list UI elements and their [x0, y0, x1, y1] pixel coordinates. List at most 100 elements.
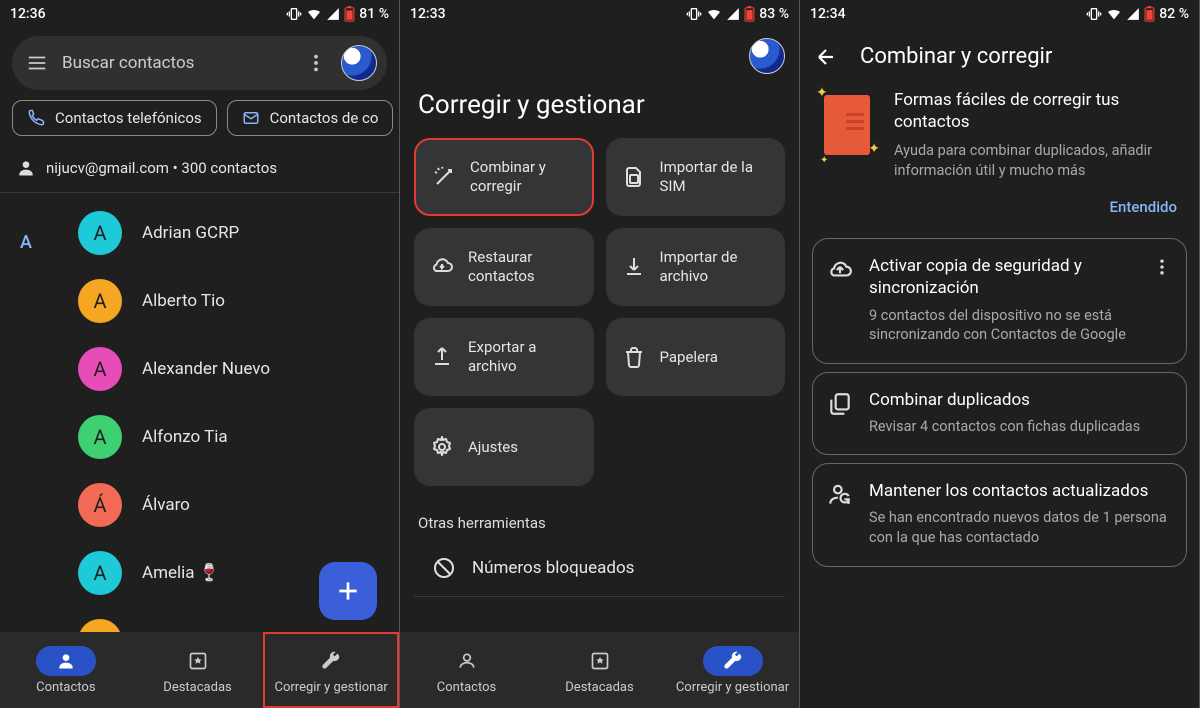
gear-icon — [430, 435, 454, 459]
nav-fix-manage[interactable]: Corregir y gestionar — [666, 632, 799, 708]
search-bar[interactable]: Buscar contactos — [12, 36, 387, 90]
nav-fix-manage[interactable]: Corregir y gestionar — [263, 632, 399, 708]
promo-title: Formas fáciles de corregir tus contactos — [894, 89, 1181, 133]
screen-fix-manage: 12:33 83 % Corregir y gestionar Combinar… — [400, 0, 800, 708]
account-text: nijucv@gmail.com • 300 contactos — [46, 159, 277, 177]
star-box-icon — [188, 651, 208, 671]
page-title: Corregir y gestionar — [400, 80, 799, 138]
wrench-icon — [320, 650, 342, 672]
tile-label: Importar de archivo — [660, 248, 770, 286]
tile-import-file[interactable]: Importar de archivo — [606, 228, 786, 306]
list-item[interactable]: ÁÁlvaro — [0, 471, 399, 539]
wifi-icon — [1106, 6, 1122, 22]
nav-label: Contactos — [437, 680, 496, 695]
tile-trash[interactable]: Papelera — [606, 318, 786, 396]
account-summary[interactable]: nijucv@gmail.com • 300 contactos — [0, 148, 399, 193]
tile-label: Importar de la SIM — [660, 158, 770, 196]
contact-name: Adrian GCRP — [142, 223, 239, 243]
add-contact-fab[interactable] — [319, 562, 377, 620]
battery-pct: 82 % — [1159, 6, 1189, 22]
list-item[interactable]: A Alberto Tio — [0, 267, 399, 335]
status-time: 12:33 — [410, 6, 446, 22]
chip-email-contacts[interactable]: Contactos de co — [227, 100, 394, 136]
sim-icon — [622, 165, 646, 189]
promo-banner: ✦✦✦ Formas fáciles de corregir tus conta… — [800, 85, 1199, 192]
status-icons: 83 % — [686, 6, 789, 22]
screen-merge-fix: 12:34 82 % Combinar y corregir ✦✦✦ Forma… — [800, 0, 1200, 708]
signal-icon — [326, 7, 340, 21]
wrench-icon — [722, 650, 744, 672]
card-subtitle: Revisar 4 contactos con fichas duplicada… — [869, 417, 1172, 437]
card-backup-sync[interactable]: Activar copia de seguridad y sincronizac… — [812, 238, 1187, 363]
wifi-icon — [306, 6, 322, 22]
vibrate-icon — [286, 6, 302, 22]
chip-phone-contacts[interactable]: Contactos telefónicos — [12, 100, 217, 136]
profile-avatar[interactable] — [749, 38, 785, 74]
contact-avatar: A — [78, 279, 122, 323]
signal-icon — [1126, 7, 1140, 21]
vibrate-icon — [686, 6, 702, 22]
tile-restore[interactable]: Restaurar contactos — [414, 228, 594, 306]
contact-name: Amelia 🍷 — [142, 563, 220, 583]
list-item[interactable]: AAlexander Nuevo — [0, 335, 399, 403]
tile-label: Ajustes — [468, 438, 518, 457]
list-item[interactable]: AAlfonzo Tia — [0, 403, 399, 471]
download-icon — [622, 255, 646, 279]
card-subtitle: Se han encontrado nuevos datos de 1 pers… — [869, 508, 1172, 547]
tile-merge-fix[interactable]: Combinar y corregir — [414, 138, 594, 216]
phone-icon — [27, 109, 45, 127]
status-bar: 12:34 82 % — [800, 0, 1199, 28]
nav-contacts[interactable]: Contactos — [0, 632, 132, 708]
status-bar: 12:36 81 % — [0, 0, 399, 28]
card-merge-duplicates[interactable]: Combinar duplicados Revisar 4 contactos … — [812, 372, 1187, 456]
person-refresh-icon — [827, 482, 853, 508]
tile-export[interactable]: Exportar a archivo — [414, 318, 594, 396]
status-icons: 81 % — [286, 6, 389, 22]
promo-ok-button[interactable]: Entendido — [800, 192, 1199, 230]
card-keep-updated[interactable]: Mantener los contactos actualizados Se h… — [812, 463, 1187, 566]
tile-label: Combinar y corregir — [470, 158, 576, 196]
trash-icon — [622, 345, 646, 369]
cloud-restore-icon — [430, 255, 454, 279]
status-icons: 82 % — [1086, 6, 1189, 22]
search-placeholder: Buscar contactos — [62, 53, 291, 73]
wand-icon — [432, 165, 456, 189]
contact-name: Alberto Tio — [142, 291, 225, 311]
nav-label: Corregir y gestionar — [676, 680, 789, 695]
tools-grid: Combinar y corregir Importar de la SIM R… — [400, 138, 799, 486]
card-title: Activar copia de seguridad y sincronizac… — [869, 255, 1136, 299]
back-icon[interactable] — [814, 45, 838, 69]
nav-featured[interactable]: Destacadas — [533, 632, 666, 708]
menu-icon[interactable] — [26, 52, 48, 74]
profile-avatar[interactable] — [341, 45, 377, 81]
contact-avatar: A — [78, 551, 122, 595]
person-icon — [457, 651, 477, 671]
battery-pct: 83 % — [759, 6, 789, 22]
bottom-nav: Contactos Destacadas Corregir y gestiona… — [0, 632, 399, 708]
book-illustration: ✦✦✦ — [818, 89, 876, 161]
section-letter: A — [20, 232, 32, 253]
bottom-nav: Contactos Destacadas Corregir y gestiona… — [400, 632, 799, 708]
tile-settings[interactable]: Ajustes — [414, 408, 594, 486]
nav-contacts[interactable]: Contactos — [400, 632, 533, 708]
status-time: 12:34 — [810, 6, 846, 22]
more-icon[interactable] — [1152, 257, 1172, 277]
tile-label: Restaurar contactos — [468, 248, 578, 286]
copy-icon — [827, 391, 853, 417]
card-title: Combinar duplicados — [869, 389, 1172, 411]
more-icon[interactable] — [305, 52, 327, 74]
contact-avatar: A — [78, 211, 122, 255]
status-time: 12:36 — [10, 6, 46, 22]
blocked-numbers[interactable]: Números bloqueados — [414, 546, 785, 597]
header — [400, 28, 799, 80]
chip-label: Contactos telefónicos — [55, 109, 202, 127]
tile-label: Exportar a archivo — [468, 338, 578, 376]
chip-label: Contactos de co — [270, 109, 379, 127]
contact-avatar: A — [78, 415, 122, 459]
nav-featured[interactable]: Destacadas — [132, 632, 264, 708]
nav-label: Destacadas — [565, 680, 633, 695]
tile-label: Papelera — [660, 348, 718, 367]
list-item[interactable]: A Adrian GCRP — [0, 199, 399, 267]
contact-name: Alexander Nuevo — [142, 359, 270, 379]
tile-import-sim[interactable]: Importar de la SIM — [606, 138, 786, 216]
